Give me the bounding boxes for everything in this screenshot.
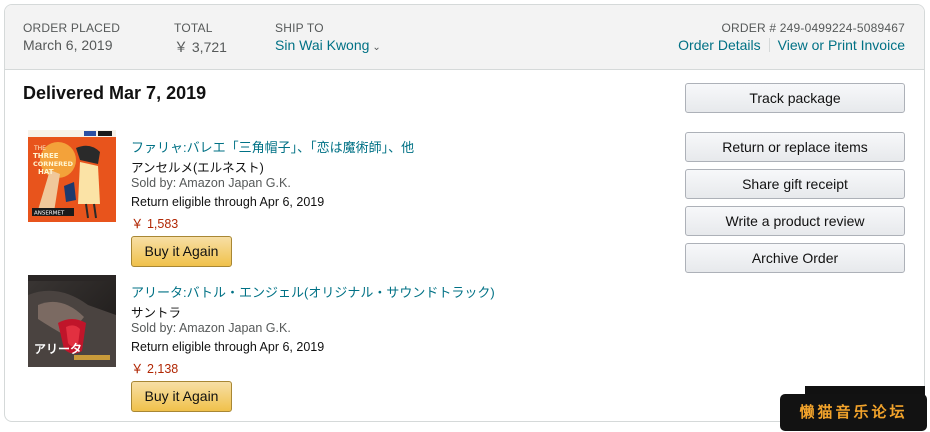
link-divider <box>768 38 770 52</box>
cover-text-the: THE <box>33 145 46 152</box>
ship-to-name: Sin Wai Kwong <box>275 37 370 53</box>
archive-order-button[interactable]: Archive Order <box>685 243 905 273</box>
order-details-link[interactable]: Order Details <box>678 37 760 53</box>
item-seller: Sold by: Amazon Japan G.K. <box>131 321 291 335</box>
ship-to-label: SHIP TO <box>275 21 324 35</box>
item-artist: サントラ <box>131 306 182 320</box>
write-review-button[interactable]: Write a product review <box>685 206 905 236</box>
share-gift-receipt-button[interactable]: Share gift receipt <box>685 169 905 199</box>
buy-it-again-button[interactable]: Buy it Again <box>131 381 232 412</box>
item-price: ￥ 1,583 <box>131 217 179 231</box>
album-cover-image: THE THREE CORNERED HAT ANSERMET <box>28 130 116 222</box>
order-placed-value: March 6, 2019 <box>23 37 113 53</box>
return-replace-button[interactable]: Return or replace items <box>685 132 905 162</box>
order-header-links: Order Details View or Print Invoice <box>678 37 905 53</box>
cover-text-cornered: CORNERED <box>33 160 74 168</box>
item-price: ￥ 2,138 <box>131 362 179 376</box>
total-label: TOTAL <box>174 21 213 35</box>
cover-text-three: THREE <box>33 152 59 160</box>
item-return-eligibility: Return eligible through Apr 6, 2019 <box>131 340 325 354</box>
item-title-link[interactable]: アリータ:バトル・エンジェル(オリジナル・サウンドトラック) <box>131 282 495 301</box>
order-item: THE THREE CORNERED HAT ANSERMET ファリャ:バレエ… <box>5 130 645 270</box>
buy-it-again-button[interactable]: Buy it Again <box>131 236 232 267</box>
view-invoice-link[interactable]: View or Print Invoice <box>778 37 905 53</box>
cover-text-hat: HAT <box>38 168 54 176</box>
order-number: ORDER # 249-0499224-5089467 <box>721 21 905 35</box>
track-package-button[interactable]: Track package <box>685 83 905 113</box>
ship-to-dropdown[interactable]: Sin Wai Kwong ⌄ <box>275 37 381 53</box>
chevron-down-icon: ⌄ <box>372 42 381 53</box>
item-title-link[interactable]: ファリャ:バレエ「三角帽子」、「恋は魔術師」、他 <box>131 137 414 156</box>
item-seller: Sold by: Amazon Japan G.K. <box>131 176 291 190</box>
delivery-status-heading: Delivered Mar 7, 2019 <box>23 83 207 103</box>
order-item: アリータ アリータ:バトル・エンジェル(オリジナル・サウンドトラック) サントラ… <box>5 275 645 415</box>
watermark-text: 懒猫音乐论坛 <box>799 403 908 421</box>
album-cover-image: アリータ <box>28 275 116 367</box>
order-card: ORDER PLACED March 6, 2019 TOTAL ￥ 3,721… <box>4 4 925 422</box>
order-placed-label: ORDER PLACED <box>23 21 121 35</box>
cover-text-ansermet: ANSERMET <box>34 211 65 217</box>
total-value: ￥ 3,721 <box>174 39 227 55</box>
watermark-badge: 懒猫音乐论坛 <box>780 394 927 431</box>
item-return-eligibility: Return eligible through Apr 6, 2019 <box>131 195 325 209</box>
item-artist: アンセルメ(エルネスト) <box>131 161 264 175</box>
order-header: ORDER PLACED March 6, 2019 TOTAL ￥ 3,721… <box>5 5 924 70</box>
item-thumbnail[interactable]: アリータ <box>28 275 116 367</box>
item-thumbnail[interactable]: THE THREE CORNERED HAT ANSERMET <box>28 130 116 222</box>
cover-text-alita: アリータ <box>34 342 82 356</box>
